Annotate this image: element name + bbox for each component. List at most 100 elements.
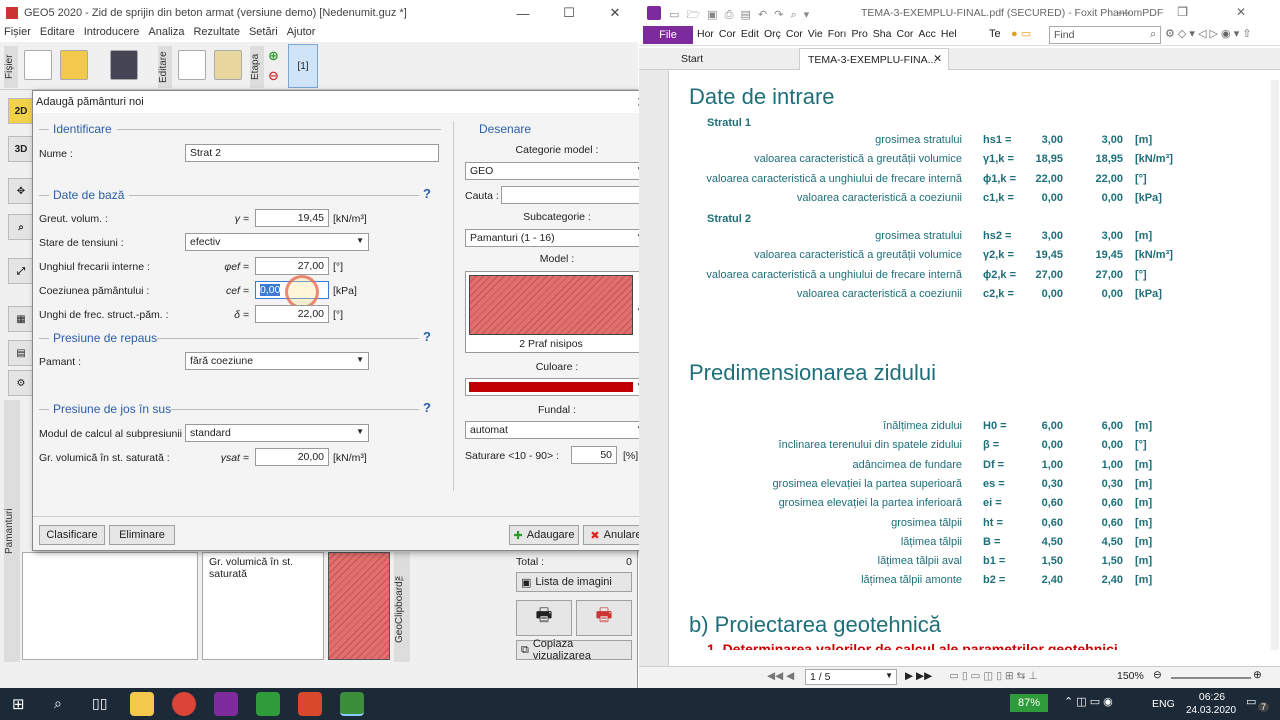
delta-input[interactable] [255, 305, 329, 323]
zoom-icon[interactable]: ⌕ [8, 214, 34, 240]
app-red-icon[interactable] [298, 692, 322, 716]
foxit-taskbar-icon[interactable] [214, 692, 238, 716]
ribbon-icons[interactable]: ● ▭ [1011, 27, 1031, 40]
ribbon-tab-home[interactable]: Hor [697, 28, 714, 40]
menu-rezultate[interactable]: Rezultate [193, 26, 239, 42]
stage-1-button[interactable]: [1] [288, 44, 318, 88]
tab-document[interactable]: TEMA-3-EXEMPLU-FINA... ✕ [799, 48, 949, 70]
ribbon-tab-help[interactable]: Hel [941, 28, 957, 40]
eliminare-button[interactable]: Eliminare [109, 525, 175, 545]
ribbon-tab-form[interactable]: Forı [828, 28, 847, 40]
clock-date[interactable]: 24.03.2020 [1186, 705, 1236, 716]
settings-icon[interactable]: ⚙ [8, 370, 34, 396]
zoom-in-icon[interactable]: ⊕ [1253, 669, 1262, 681]
zoom-slider[interactable] [1171, 677, 1251, 679]
file-explorer-icon[interactable] [130, 692, 154, 716]
cauta-input[interactable] [501, 186, 649, 204]
table-icon[interactable]: ▦ [8, 306, 34, 332]
view-3d-button[interactable]: 3D [8, 136, 34, 162]
menu-setari[interactable]: Setări [249, 26, 278, 42]
windows-start-icon[interactable]: ⊞ [12, 695, 25, 713]
view-2d-button[interactable]: 2D [8, 98, 34, 124]
menu-introducere[interactable]: Introducere [84, 26, 140, 42]
modul-select[interactable]: standard ▼ [185, 424, 369, 442]
quick-access-icons[interactable]: ▭ 🗁 ▣ ⎙ ▤ ↶ ↷ ⌕ ▾ [669, 6, 811, 25]
battery-indicator[interactable]: 87% [1010, 694, 1048, 712]
lista-imagini-button[interactable]: ▣ Lista de imagini [516, 572, 632, 592]
notification-icon[interactable]: ▭ [1246, 695, 1256, 708]
app-green-icon[interactable] [256, 692, 280, 716]
categorie-select[interactable]: GEO▼ [465, 162, 649, 180]
close-button[interactable]: ✕ [592, 0, 638, 26]
saturare-input[interactable] [571, 446, 617, 464]
open-folder-icon[interactable] [60, 50, 88, 80]
copy-icon[interactable] [178, 50, 206, 80]
minimize-button[interactable]: — [1118, 5, 1130, 19]
sat-input[interactable] [255, 448, 329, 466]
print-to-file-button[interactable]: 🖶 [576, 600, 632, 636]
zoom-level[interactable]: 150% [1117, 670, 1144, 682]
first-page-icon[interactable]: ◀◀ ◀ [767, 670, 794, 682]
settings-icon[interactable]: ⚙ ◇ ▾ ◁ ▷ ◉ ▾ ⇧ [1165, 27, 1252, 40]
culoare-select[interactable]: ▼ [465, 378, 649, 396]
tell-me-label[interactable]: Te [989, 28, 1001, 40]
save-icon[interactable] [110, 50, 138, 80]
unghi-input[interactable] [255, 257, 329, 275]
page-number-input[interactable]: 1 / 5 ▼ [805, 669, 897, 685]
zoom-out-icon[interactable]: ⊖ [1153, 669, 1162, 681]
help-icon[interactable]: ? [423, 400, 431, 415]
pamant-select[interactable]: fără coeziune ▼ [185, 352, 369, 370]
print-button[interactable]: 🖶 [516, 600, 572, 636]
add-stage-icon[interactable]: ⊕ [268, 48, 279, 64]
maximize-button[interactable]: ☐ [546, 0, 592, 26]
menu-analiza[interactable]: Analiza [148, 26, 184, 42]
chrome-icon[interactable] [172, 692, 196, 716]
model-select[interactable]: 2 Praf nisipos ▼ [465, 271, 649, 353]
fit-view-icon[interactable]: ⤢ [8, 258, 34, 284]
help-icon[interactable]: ? [423, 329, 431, 344]
ribbon-tab-comment[interactable]: Cor [719, 28, 736, 40]
paste-icon[interactable] [214, 50, 242, 80]
move-icon[interactable]: ✥ [8, 178, 34, 204]
close-icon[interactable]: ✕ [933, 53, 942, 65]
file-tab[interactable]: File [643, 26, 693, 44]
ribbon-tab-protect[interactable]: Pro [851, 28, 867, 40]
layers-icon[interactable]: ▤ [8, 340, 34, 366]
ribbon-tab-accessibility[interactable]: Acc [918, 28, 936, 40]
next-page-icon[interactable]: ▶ ▶▶ [905, 670, 932, 682]
copiaza-vizualizarea-button[interactable]: ⧉ Copiaza vizualizarea [516, 638, 632, 662]
remove-stage-icon[interactable]: ⊖ [268, 68, 279, 84]
fundal-select[interactable]: automat▼ [465, 421, 649, 439]
ribbon-tab-view[interactable]: Vie [808, 28, 823, 40]
adaugare-button[interactable]: ✚ Adaugare [509, 525, 579, 545]
close-button[interactable]: ✕ [1236, 5, 1246, 19]
help-icon[interactable]: ? [423, 186, 431, 201]
new-file-icon[interactable] [24, 50, 52, 80]
ribbon-tab-connect[interactable]: Cor [896, 28, 913, 40]
view-mode-icons[interactable]: ▭ ▯ ▭ ◫ ▯ ⊞ ⇆ ⊥ [949, 670, 1037, 682]
menu-editare[interactable]: Editare [40, 26, 75, 42]
restore-button[interactable]: ❐ [1177, 5, 1188, 19]
tab-start[interactable]: Start [681, 53, 703, 65]
greut-input[interactable] [255, 209, 329, 227]
heading-determinare: 1. Determinarea valorilor de calcul ale … [707, 641, 1118, 650]
tray-icons[interactable]: ⌃ ◫ ▭ ◉ [1064, 695, 1113, 708]
find-input[interactable]: Find ⌕ [1049, 26, 1161, 44]
language-indicator[interactable]: ENG [1152, 698, 1175, 710]
search-icon[interactable]: ⌕ [54, 695, 62, 712]
ribbon-tab-edit[interactable]: Edit [741, 28, 759, 40]
menu-fisier[interactable]: Fișier [4, 26, 31, 42]
clasificare-button[interactable]: Clasificare [39, 525, 105, 545]
geo5-taskbar-icon[interactable] [340, 692, 364, 716]
ribbon-tab-share[interactable]: Sha [873, 28, 892, 40]
menu-ajutor[interactable]: Ajutor [287, 26, 316, 42]
clock-time[interactable]: 06:26 [1190, 691, 1234, 703]
nume-input[interactable] [185, 144, 439, 162]
ribbon-tab-organize[interactable]: Orç [764, 28, 781, 40]
subcat-select[interactable]: Pamanturi (1 - 16)▼ [465, 229, 649, 247]
vertical-scrollbar[interactable] [1271, 80, 1279, 650]
task-view-icon[interactable]: ▯▯ [92, 695, 107, 712]
ribbon-tab-convert[interactable]: Cor [786, 28, 803, 40]
minimize-button[interactable]: — [500, 0, 546, 26]
stare-select[interactable]: efectiv ▼ [185, 233, 369, 251]
